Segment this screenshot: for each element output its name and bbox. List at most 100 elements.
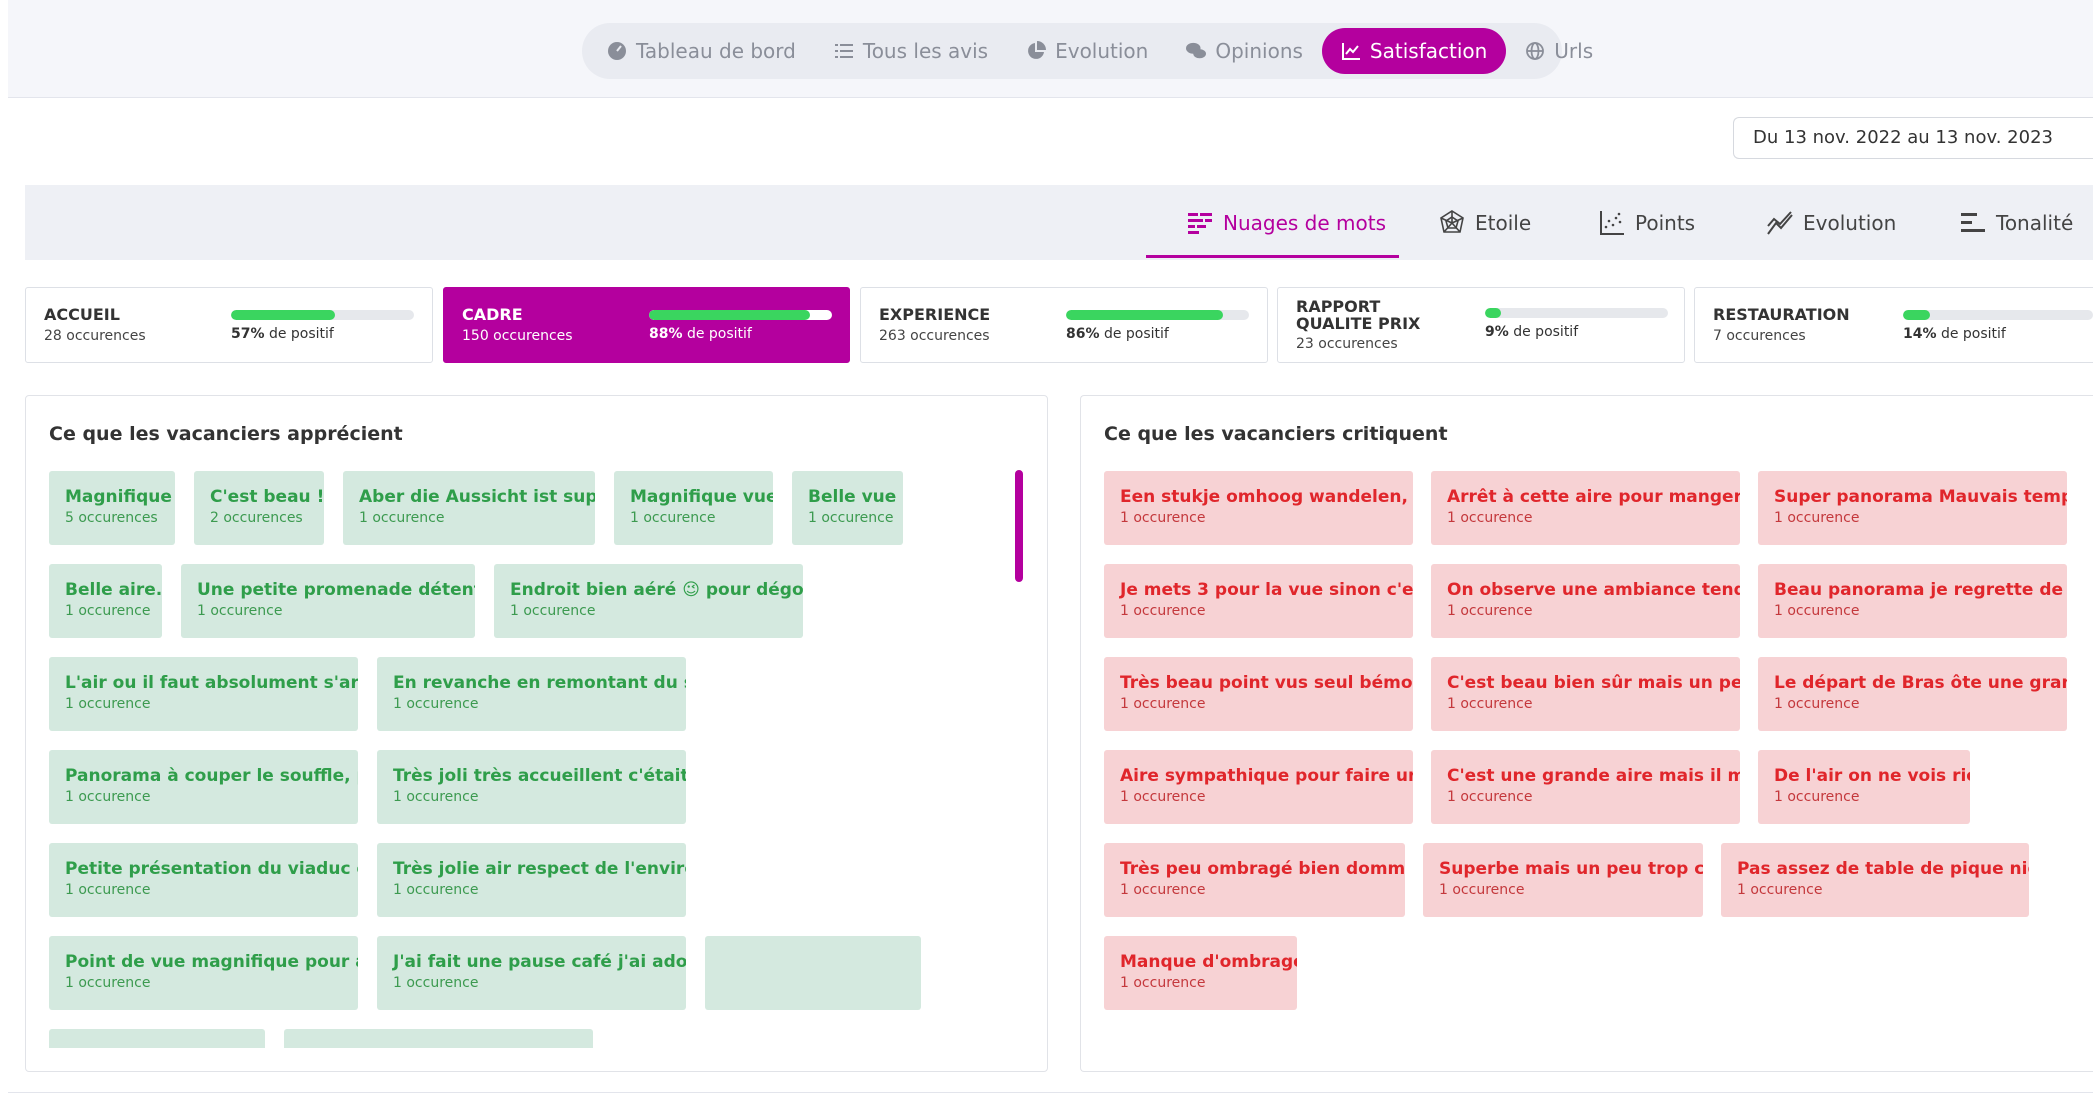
- negative-chip[interactable]: Très peu ombragé bien dommage 1 occurence: [1104, 843, 1405, 917]
- main-nav: Tableau de bord Tous les avis Evolution …: [582, 23, 1593, 79]
- negative-chip[interactable]: Très beau point vus seul bémols ... 1 occ…: [1104, 657, 1413, 731]
- negative-chip[interactable]: Pas assez de table de pique niqu... 1 occ…: [1721, 843, 2029, 917]
- tab-nuages-de-mots[interactable]: Nuages de mots: [1187, 185, 1386, 260]
- negative-chip[interactable]: Super panorama Mauvais temps... 1 occuren…: [1758, 471, 2067, 545]
- panel-scrollbar[interactable]: [1015, 470, 1023, 582]
- positive-chip[interactable]: Petite présentation du viaduc ég... 1 occ…: [49, 843, 358, 917]
- chip-count: 1 occurence: [393, 975, 479, 991]
- chip-text: Super panorama Mauvais temps...: [1774, 487, 2067, 507]
- positive-chip[interactable]: Endroit bien aéré 😉 pour dégour... 1 occu…: [494, 564, 803, 638]
- chip-text: C'est une grande aire mais il ma...: [1447, 766, 1740, 786]
- positive-ratio-fill: [1066, 310, 1224, 320]
- positive-chip[interactable]: [49, 1029, 265, 1048]
- positive-chip[interactable]: [705, 936, 921, 1010]
- chip-text: Magnifique: [65, 487, 172, 507]
- chip-count: 1 occurence: [1774, 696, 1860, 712]
- positive-chip[interactable]: En revanche en remontant du su... 1 occur…: [377, 657, 686, 731]
- nav-tableau-de-bord[interactable]: Tableau de bord: [588, 28, 815, 74]
- chip-text: Très joli très accueillent c'était s...: [393, 766, 686, 786]
- category-card-accueil[interactable]: ACCUEIL 28 occurences 57% de positif: [25, 287, 433, 363]
- nav-label: Tableau de bord: [636, 39, 796, 63]
- positive-chip[interactable]: L'air ou il faut absolument s'arr... 1 oc…: [49, 657, 358, 731]
- nav-tous-les-avis[interactable]: Tous les avis: [815, 28, 1007, 74]
- tab-label: Points: [1635, 210, 1696, 235]
- tab-points[interactable]: Points: [1599, 185, 1695, 260]
- tab-etoile[interactable]: Etoile: [1439, 185, 1531, 260]
- positive-chip[interactable]: Une petite promenade détente ... 1 occure…: [181, 564, 475, 638]
- nav-evolution[interactable]: Evolution: [1007, 28, 1167, 74]
- negative-chip[interactable]: C'est beau bien sûr mais un peu ... 1 occ…: [1431, 657, 1740, 731]
- positive-ratio-bar: [231, 310, 414, 320]
- positive-percent: 86% de positif: [1066, 326, 1169, 342]
- positive-percent: 57% de positif: [231, 326, 334, 342]
- negative-chip[interactable]: Je mets 3 pour la vue sinon c'est ... 1 o…: [1104, 564, 1413, 638]
- negative-chip[interactable]: Le départ de Bras ôte une grand... 1 occu…: [1758, 657, 2067, 731]
- positive-chip[interactable]: [284, 1029, 593, 1048]
- positive-ratio-fill: [231, 310, 336, 320]
- chip-text: Endroit bien aéré 😉 pour dégour...: [510, 580, 803, 600]
- positive-chip[interactable]: Point de vue magnifique pour ad... 1 occu…: [49, 936, 358, 1010]
- negative-chip[interactable]: C'est une grande aire mais il ma... 1 occ…: [1431, 750, 1740, 824]
- chip-text: Le départ de Bras ôte une grand...: [1774, 673, 2067, 693]
- chip-text: De l'air on ne vois rien: [1774, 766, 1970, 786]
- negative-feedback-panel: Ce que les vacanciers critiquent Een stu…: [1080, 395, 2093, 1072]
- positive-chip[interactable]: Très joli très accueillent c'était s... 1…: [377, 750, 686, 824]
- category-occurrences: 28 occurences: [44, 328, 146, 344]
- positive-ratio-fill: [1485, 308, 1502, 318]
- chip-count: 1 occurence: [393, 882, 479, 898]
- category-name: RESTAURATION: [1713, 305, 1850, 324]
- negative-chip[interactable]: Aire sympathique pour faire une... 1 occu…: [1104, 750, 1413, 824]
- nav-satisfaction[interactable]: Satisfaction: [1321, 28, 1507, 74]
- nav-label: Evolution: [1055, 39, 1149, 63]
- nav-opinions[interactable]: Opinions: [1167, 28, 1322, 74]
- nav-label: Urls: [1554, 39, 1594, 63]
- chip-count: 1 occurence: [393, 789, 479, 805]
- negative-chip[interactable]: Superbe mais un peu trop cher 1 occurence: [1423, 843, 1703, 917]
- negative-chip[interactable]: De l'air on ne vois rien 1 occurence: [1758, 750, 1970, 824]
- positive-chip[interactable]: Magnifique 5 occurences: [49, 471, 175, 545]
- chip-count: 1 occurence: [65, 975, 151, 991]
- negative-chip[interactable]: On observe une ambiance tendu... 1 occure…: [1431, 564, 1740, 638]
- category-name: RAPPORT QUALITE PRIX: [1296, 297, 1421, 333]
- chip-text: Een stukje omhoog wandelen, m...: [1120, 487, 1413, 507]
- positive-chip[interactable]: Belle vue 1 occurence: [792, 471, 903, 545]
- negative-chip[interactable]: Een stukje omhoog wandelen, m... 1 occure…: [1104, 471, 1413, 545]
- word-cloud-icon: [1188, 212, 1212, 234]
- category-card-cadre[interactable]: CADRE 150 occurences 88% de positif: [443, 287, 850, 363]
- chip-count: 1 occurence: [1774, 789, 1860, 805]
- comments-icon: [1186, 42, 1207, 59]
- positive-chip[interactable]: Belle aire. 1 occurence: [49, 564, 162, 638]
- category-card-rapport-qualite-prix[interactable]: RAPPORT QUALITE PRIX 23 occurences 9% de…: [1277, 287, 1685, 363]
- positive-chip[interactable]: Magnifique vue 1 occurence: [614, 471, 773, 545]
- positive-ratio-bar: [649, 310, 832, 320]
- chip-count: 1 occurence: [1120, 789, 1206, 805]
- chip-text: Aire sympathique pour faire une...: [1120, 766, 1413, 786]
- tab-evolution[interactable]: Evolution: [1767, 185, 1896, 260]
- positive-chip-list: Magnifique 5 occurences C'est beau !! 2 occ…: [49, 471, 1007, 1048]
- category-card-experience[interactable]: EXPERIENCE 263 occurences 86% de positif: [860, 287, 1268, 363]
- positive-chip[interactable]: Très jolie air respect de l'environ... 1 …: [377, 843, 686, 917]
- chip-text: On observe une ambiance tendu...: [1447, 580, 1740, 600]
- chip-text: Magnifique vue: [630, 487, 773, 507]
- positive-chip[interactable]: Aber die Aussicht ist super. 1 occurence: [343, 471, 595, 545]
- category-occurrences: 7 occurences: [1713, 328, 1806, 344]
- positive-chip[interactable]: J'ai fait une pause café j'ai adoré... 1 …: [377, 936, 686, 1010]
- positive-chip[interactable]: Panorama à couper le souffle, p... 1 occu…: [49, 750, 358, 824]
- chip-count: 1 occurence: [1120, 510, 1206, 526]
- positive-chip[interactable]: C'est beau !! 2 occurences: [194, 471, 324, 545]
- category-card-restauration[interactable]: RESTAURATION 7 occurences 14% de positif: [1694, 287, 2093, 363]
- negative-chip[interactable]: Manque d'ombrage. 1 occurence: [1104, 936, 1297, 1010]
- chip-count: 1 occurence: [630, 510, 716, 526]
- chip-count: 1 occurence: [1447, 603, 1533, 619]
- tab-tonalite[interactable]: Tonalité: [1960, 185, 2073, 260]
- chip-count: 1 occurence: [1120, 603, 1206, 619]
- panel-title: Ce que les vacanciers apprécient: [49, 423, 403, 445]
- negative-chip[interactable]: Arrêt à cette aire pour manger e... 1 occ…: [1431, 471, 1740, 545]
- negative-chip[interactable]: Beau panorama je regrette de n'... 1 occu…: [1758, 564, 2067, 638]
- panel-title: Ce que les vacanciers critiquent: [1104, 423, 1448, 445]
- date-range-picker[interactable]: Du 13 nov. 2022 au 13 nov. 2023: [1733, 117, 2093, 159]
- nav-urls[interactable]: Urls: [1506, 28, 1612, 74]
- chip-count: 1 occurence: [1447, 510, 1533, 526]
- positive-ratio-bar: [1066, 310, 1249, 320]
- scatter-icon: [1600, 210, 1624, 235]
